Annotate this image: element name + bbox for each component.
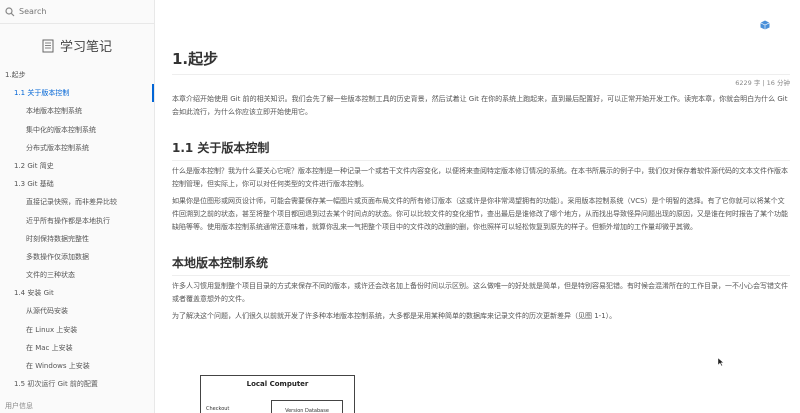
section-paragraph: 许多人习惯用复制整个项目目录的方式来保存不同的版本，或许还会改名加上备份时间以示… <box>172 282 788 303</box>
search-bar[interactable] <box>0 0 154 24</box>
diagram-checkout-label: Checkout <box>206 406 230 412</box>
toc-item[interactable]: 1.起步 <box>0 66 154 84</box>
toc-item[interactable]: 在 Mac 上安装 <box>0 339 154 357</box>
toc-item[interactable]: 1.1 关于版本控制 <box>0 84 154 103</box>
mouse-cursor-icon <box>717 351 725 367</box>
book-title-text: 学习笔记 <box>59 39 112 55</box>
section-paragraph: 如果你是位图形或网页设计师，可能会需要保存某一幅图片或页面布局文件的所有修订版本… <box>172 197 788 231</box>
word-count-meta: 6229 字 | 16 分钟 <box>735 79 790 87</box>
search-input[interactable] <box>19 7 139 16</box>
toc-item[interactable]: 多数操作仅添加数据 <box>0 248 154 266</box>
toc-item[interactable]: 近乎所有操作都是本地执行 <box>0 212 154 230</box>
table-of-contents: 1.起步 1.1 关于版本控制 本地版本控制系统 集中化的版本控制系统 分布式版本控制系… <box>0 66 154 393</box>
toc-item[interactable]: 集中化的版本控制系统 <box>0 121 154 139</box>
page-title: 1.起步 <box>172 45 790 75</box>
section-heading: 本地版本控制系统 <box>172 254 790 276</box>
toc-item[interactable]: 文件的三种状态 <box>0 266 154 284</box>
diagram-title: Local Computer <box>246 380 309 388</box>
toc-item[interactable]: 时刻保持数据完整性 <box>0 230 154 248</box>
toc-item[interactable]: 分布式版本控制系统 <box>0 139 154 157</box>
section-heading: 1.1 关于版本控制 <box>172 139 790 161</box>
section-paragraph: 什么是版本控制？我为什么要关心它呢？版本控制是一种记录一个或若干文件内容变化，以… <box>172 167 788 188</box>
toc-item[interactable]: 本地版本控制系统 <box>0 102 154 120</box>
toc-item[interactable]: 1.5 初次运行 Git 前的配置 <box>0 375 154 393</box>
toc-item[interactable]: 1.3 Git 基础 <box>0 175 154 193</box>
sidebar-footer-text: 用户信息 <box>5 402 33 410</box>
main-content: 1.起步 6229 字 | 16 分钟 本章介绍开始使用 Git 前的相关知识。… <box>172 45 790 323</box>
section-paragraph: 为了解决这个问题，人们很久以前就开发了许多种本地版本控制系统，大多都是采用某种简… <box>172 312 617 320</box>
sidebar-footer[interactable]: 用户信息 <box>0 399 154 413</box>
diagram-version-database: Version Database <box>271 400 343 413</box>
intro-paragraph: 本章介绍开始使用 Git 前的相关知识。我们会先了解一些版本控制工具的历史背景，… <box>172 95 788 116</box>
local-vcs-diagram: Local Computer Checkout Version Database <box>200 375 355 413</box>
cube-icon[interactable] <box>760 15 770 30</box>
toc-item[interactable]: 从源代码安装 <box>0 302 154 320</box>
book-title[interactable]: 学习笔记 <box>0 24 154 66</box>
toc-item[interactable]: 直接记录快照，而非差异比较 <box>0 193 154 211</box>
toc-item[interactable]: 1.4 安装 Git <box>0 284 154 302</box>
toc-item[interactable]: 在 Windows 上安装 <box>0 357 154 375</box>
toc-item[interactable]: 在 Linux 上安装 <box>0 321 154 339</box>
sidebar: 学习笔记 1.起步1.1 关于版本控制本地版本控制系统集中化的版本控制系统分布式… <box>0 0 155 413</box>
search-icon <box>5 6 15 17</box>
toc-item[interactable]: 1.2 Git 简史 <box>0 157 154 175</box>
book-icon <box>42 38 54 53</box>
